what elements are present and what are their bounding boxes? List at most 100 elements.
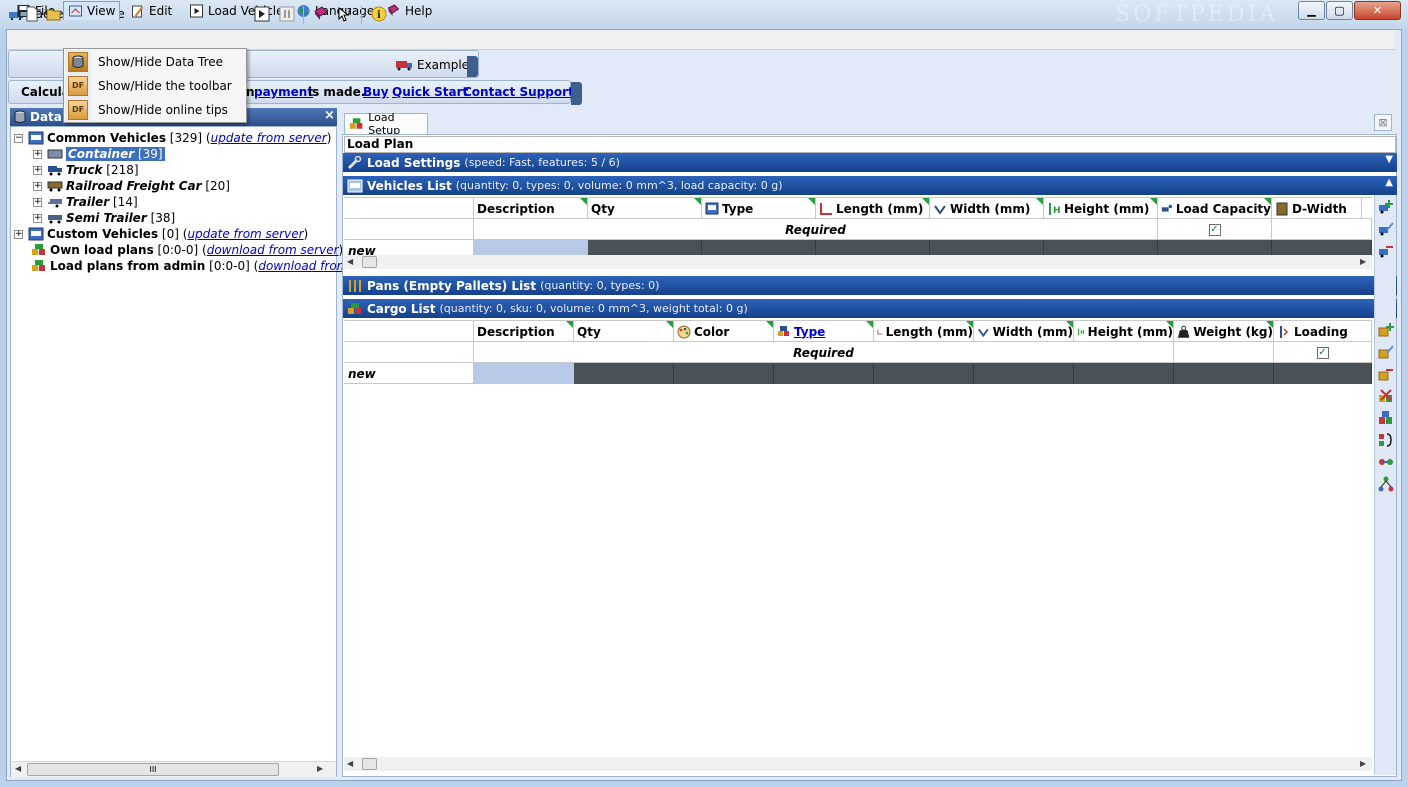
col-height[interactable]: H Height (mm) — [1074, 321, 1174, 342]
cargo-link-icon[interactable] — [1378, 454, 1394, 470]
menu-edit[interactable]: Edit — [126, 1, 176, 20]
cargo-horizontal-scrollbar[interactable]: ◀ ▶ — [344, 757, 1372, 771]
col-d-width[interactable]: D-Width — [1272, 198, 1362, 219]
edit-vehicle-icon[interactable] — [1378, 221, 1394, 237]
col-color[interactable]: Color — [674, 321, 774, 342]
payment-link[interactable]: payment — [254, 85, 313, 99]
scroll-thumb[interactable] — [362, 758, 377, 770]
scroll-thumb[interactable]: III — [27, 763, 279, 776]
tree-node-common-vehicles[interactable]: − Common Vehicles [329] (update from ser… — [14, 130, 331, 146]
col-load-capacity[interactable]: Load Capacity — [1158, 198, 1272, 219]
new-row-cell[interactable] — [674, 363, 774, 384]
load-plan-title[interactable]: Load Plan — [344, 136, 1396, 153]
contact-support-link[interactable]: Contact Support — [463, 85, 574, 99]
tree-node-admin-load-plans[interactable]: Load plans from admin [0:0-0] (download … — [31, 258, 395, 274]
add-vehicle-icon[interactable] — [1378, 199, 1394, 215]
expand-icon[interactable]: + — [14, 229, 23, 239]
col-width[interactable]: Width (mm) — [974, 321, 1074, 342]
new-row-cell[interactable] — [1174, 363, 1274, 384]
expand-section-icon[interactable]: ▼ — [1385, 154, 1393, 165]
toolbar-overflow-grip[interactable] — [467, 56, 478, 77]
pans-list-header[interactable]: Pans (Empty Pallets) List (quantity: 0, … — [343, 276, 1397, 295]
menu-item-show-hide-toolbar[interactable]: DF Show/Hide the toolbar — [66, 74, 244, 97]
scroll-right-icon[interactable]: ▶ — [1360, 257, 1366, 266]
new-row-cell[interactable] — [874, 363, 974, 384]
new-document-icon[interactable] — [24, 6, 40, 22]
new-row-cell[interactable] — [1274, 363, 1372, 384]
expand-icon[interactable]: + — [33, 181, 42, 191]
menu-item-show-hide-online-tips[interactable]: DF Show/Hide online tips — [66, 98, 244, 121]
update-from-server-link[interactable]: update from server — [211, 131, 327, 145]
col-length[interactable]: Length (mm) — [816, 198, 930, 219]
scroll-thumb[interactable] — [362, 256, 377, 268]
play-icon[interactable] — [254, 6, 270, 22]
menu-view[interactable]: View — [63, 1, 121, 20]
edit-cargo-icon[interactable] — [1378, 344, 1394, 360]
maximize-button[interactable]: ▢ — [1326, 1, 1353, 20]
data-panel-close-button[interactable]: × — [324, 108, 335, 123]
collapse-icon[interactable]: − — [14, 133, 23, 143]
download-from-server-link[interactable]: download from server — [207, 243, 339, 257]
scroll-right-icon[interactable]: ▶ — [317, 764, 323, 773]
tree-node-trailer[interactable]: + Trailer [14] — [33, 194, 138, 210]
col-type[interactable]: Type — [774, 321, 874, 342]
open-folder-icon[interactable] — [46, 6, 62, 22]
tree-node-custom-vehicles[interactable]: + Custom Vehicles [0] (update from serve… — [14, 226, 308, 242]
info-icon[interactable]: i — [371, 6, 387, 22]
required-checkbox[interactable]: ✓ — [1274, 342, 1372, 363]
cargo-order-icon[interactable] — [1378, 432, 1394, 448]
tree-node-container[interactable]: + Container [39] — [33, 146, 165, 162]
tree-horizontal-scrollbar[interactable]: ◀ III ▶ — [11, 761, 336, 777]
new-row-cell[interactable] — [1074, 363, 1174, 384]
cargo-new-row[interactable]: new — [344, 363, 1372, 384]
quick-start-link[interactable]: Quick Start — [392, 85, 468, 99]
tab-load-setup[interactable]: Load Setup — [344, 111, 428, 137]
remove-cargo-icon[interactable] — [1378, 366, 1394, 382]
close-window-button[interactable]: ✕ — [1354, 1, 1401, 20]
tree-node-own-load-plans[interactable]: Own load plans [0:0-0] (download from se… — [31, 242, 343, 258]
examples-button[interactable]: Examples — [395, 55, 475, 75]
new-row-cell[interactable] — [974, 363, 1074, 384]
buy-link[interactable]: Buy — [363, 85, 389, 99]
required-checkbox[interactable]: ✓ — [1158, 219, 1272, 240]
tree-node-truck[interactable]: + Truck [218] — [33, 162, 139, 178]
tips-overflow-grip[interactable] — [571, 82, 582, 105]
tree-node-semi-trailer[interactable]: + Semi Trailer [38] — [33, 210, 175, 226]
vehicles-horizontal-scrollbar[interactable]: ◀ ▶ — [344, 255, 1372, 269]
expand-icon[interactable]: + — [33, 165, 42, 175]
update-from-server-link[interactable]: update from server — [187, 227, 303, 241]
vehicles-list-header[interactable]: Vehicles List (quantity: 0, types: 0, vo… — [343, 176, 1397, 195]
col-description[interactable]: Description — [474, 321, 574, 342]
expand-icon[interactable]: + — [33, 213, 42, 223]
menu-help[interactable]: Help — [382, 1, 436, 20]
col-length[interactable]: Length (mm) — [874, 321, 974, 342]
clear-cargo-icon[interactable] — [1378, 388, 1394, 404]
new-row-cell[interactable] — [574, 363, 674, 384]
col-width[interactable]: Width (mm) — [930, 198, 1044, 219]
pause-icon[interactable] — [279, 6, 295, 22]
cargo-list-header[interactable]: Cargo List (quantity: 0, sku: 0, volume:… — [343, 299, 1397, 318]
expand-icon[interactable]: + — [33, 149, 42, 159]
scroll-left-icon[interactable]: ◀ — [347, 257, 353, 266]
collapse-section-icon[interactable]: ▲ — [1385, 177, 1393, 188]
menu-language[interactable]: Language — [292, 1, 378, 20]
add-cargo-icon[interactable] — [1378, 322, 1394, 338]
new-row-cell[interactable] — [474, 363, 574, 384]
expand-icon[interactable]: + — [33, 197, 42, 207]
minimize-button[interactable]: ▁ — [1298, 1, 1325, 20]
new-row-cell[interactable] — [774, 363, 874, 384]
book-icon[interactable] — [313, 6, 329, 22]
cargo-tree-icon[interactable] — [1378, 476, 1394, 492]
col-qty[interactable]: Qty — [588, 198, 702, 219]
col-height[interactable]: H Height (mm) — [1044, 198, 1158, 219]
scroll-left-icon[interactable]: ◀ — [347, 759, 353, 768]
scroll-right-icon[interactable]: ▶ — [1360, 759, 1366, 768]
load-settings-header[interactable]: Load Settings (speed: Fast, features: 5 … — [343, 153, 1397, 172]
menu-item-show-hide-data-tree[interactable]: Show/Hide Data Tree — [66, 50, 244, 73]
tree-node-railroad[interactable]: + Railroad Freight Car [20] — [33, 178, 230, 194]
menu-load-vehicles[interactable]: Load Vehicles — [185, 1, 294, 20]
close-tab-button[interactable]: ⊠ — [1374, 114, 1392, 131]
col-loading[interactable]: Loading — [1274, 321, 1372, 342]
col-qty[interactable]: Qty — [574, 321, 674, 342]
scroll-left-icon[interactable]: ◀ — [15, 764, 21, 773]
